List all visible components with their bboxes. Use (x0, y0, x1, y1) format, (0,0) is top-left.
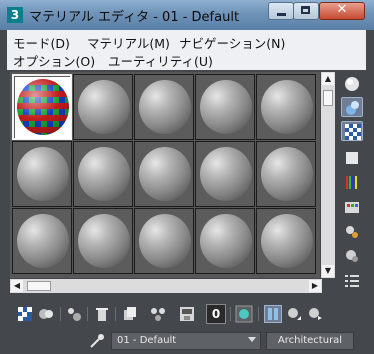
sample-slot[interactable] (73, 141, 133, 207)
sample-slot[interactable] (134, 74, 194, 140)
material-sphere (200, 80, 252, 134)
sphere-type-icon[interactable] (341, 74, 363, 94)
material-navigator-icon[interactable] (341, 270, 363, 290)
menu-material[interactable]: マテリアル(M) (87, 33, 170, 52)
sample-slot[interactable] (134, 208, 194, 274)
material-name-dropdown[interactable]: 01 - Default (111, 332, 261, 350)
chevron-down-icon (248, 337, 256, 342)
toolbar-separator (60, 307, 61, 321)
toolbar-separator (115, 307, 116, 321)
sample-slot[interactable] (73, 74, 133, 140)
menu-utilities[interactable]: ユーティリティ(U) (108, 51, 213, 70)
show-in-viewport-icon[interactable] (235, 305, 253, 323)
sample-slot[interactable] (195, 141, 255, 207)
material-editor-window: 3 マテリアル エディタ - 01 - Default ✕ モード(D) マテリ… (0, 0, 374, 354)
scroll-thumb[interactable] (323, 90, 333, 106)
close-icon: ✕ (336, 2, 348, 17)
maximize-button[interactable] (293, 2, 319, 20)
material-sphere (261, 214, 313, 268)
close-button[interactable]: ✕ (319, 2, 365, 20)
material-sphere (17, 147, 69, 201)
sample-slot[interactable] (195, 208, 255, 274)
put-to-library-icon[interactable] (178, 305, 196, 323)
title-bar: 3 マテリアル エディタ - 01 - Default ✕ (0, 0, 374, 30)
checker-background-icon[interactable] (341, 121, 363, 141)
get-material-icon[interactable] (16, 305, 34, 323)
options-icon[interactable] (341, 222, 363, 242)
app-icon: 3 (7, 7, 23, 23)
material-sphere (200, 147, 252, 201)
eyedropper-icon[interactable] (89, 333, 105, 349)
material-sphere (78, 147, 130, 201)
material-sphere (139, 147, 191, 201)
toolbar-separator (87, 307, 88, 321)
sample-slot[interactable] (256, 208, 316, 274)
sample-slot-active[interactable] (12, 74, 72, 140)
scroll-left-icon[interactable]: ◀ (11, 280, 23, 292)
material-name-value: 01 - Default (117, 335, 177, 346)
sample-slot[interactable] (195, 74, 255, 140)
backlight-icon[interactable] (341, 97, 363, 117)
toolbar-separator (258, 307, 259, 321)
material-sphere (78, 80, 130, 134)
material-sphere (17, 214, 69, 268)
menu-options[interactable]: オプション(O) (13, 51, 95, 70)
material-sphere (139, 80, 191, 134)
horizontal-scrollbar[interactable]: ◀ ▶ (10, 279, 322, 293)
toolbar-separator (230, 307, 231, 321)
material-sphere (261, 147, 313, 201)
make-unique-icon[interactable] (149, 305, 167, 323)
put-to-scene-icon[interactable] (37, 305, 55, 323)
vertical-scrollbar[interactable]: ▲ ▼ (321, 72, 335, 278)
copy-material-icon[interactable] (121, 305, 139, 323)
menu-bar: モード(D) マテリアル(M) ナビゲーション(N) オプション(O) ユーティ… (7, 30, 366, 70)
scroll-up-icon[interactable]: ▲ (322, 73, 334, 85)
scroll-down-icon[interactable]: ▼ (322, 265, 334, 277)
material-sphere (78, 214, 130, 268)
scroll-right-icon[interactable]: ▶ (309, 280, 321, 292)
scroll-thumb-horizontal[interactable] (27, 281, 51, 291)
sample-slot[interactable] (256, 74, 316, 140)
checker-preview (15, 77, 71, 139)
reset-material-icon[interactable] (93, 305, 111, 323)
video-color-check-icon[interactable] (341, 173, 363, 193)
menu-navigation[interactable]: ナビゲーション(N) (179, 33, 285, 52)
menu-mode[interactable]: モード(D) (13, 33, 70, 52)
make-preview-icon[interactable] (341, 198, 363, 218)
sample-slot[interactable] (12, 141, 72, 207)
material-id-channel-button[interactable]: 0 (206, 304, 226, 324)
go-to-parent-icon[interactable] (285, 305, 303, 323)
select-by-material-icon[interactable] (341, 246, 363, 266)
window-title: マテリアル エディタ - 01 - Default (29, 10, 240, 25)
material-sphere (200, 214, 252, 268)
show-end-result-icon[interactable] (264, 305, 282, 323)
sample-slot[interactable] (256, 141, 316, 207)
sample-slot[interactable] (134, 141, 194, 207)
material-sphere (139, 214, 191, 268)
minimize-button[interactable] (268, 2, 294, 20)
sample-slot[interactable] (73, 208, 133, 274)
material-sphere (17, 79, 69, 135)
material-sphere (261, 80, 313, 134)
sample-uv-icon[interactable] (341, 148, 363, 168)
sample-slot[interactable] (12, 208, 72, 274)
material-type-button[interactable]: Architectural (266, 332, 354, 350)
go-forward-sibling-icon[interactable] (306, 305, 324, 323)
assign-to-selection-icon[interactable] (65, 305, 83, 323)
sample-slots (10, 72, 320, 278)
